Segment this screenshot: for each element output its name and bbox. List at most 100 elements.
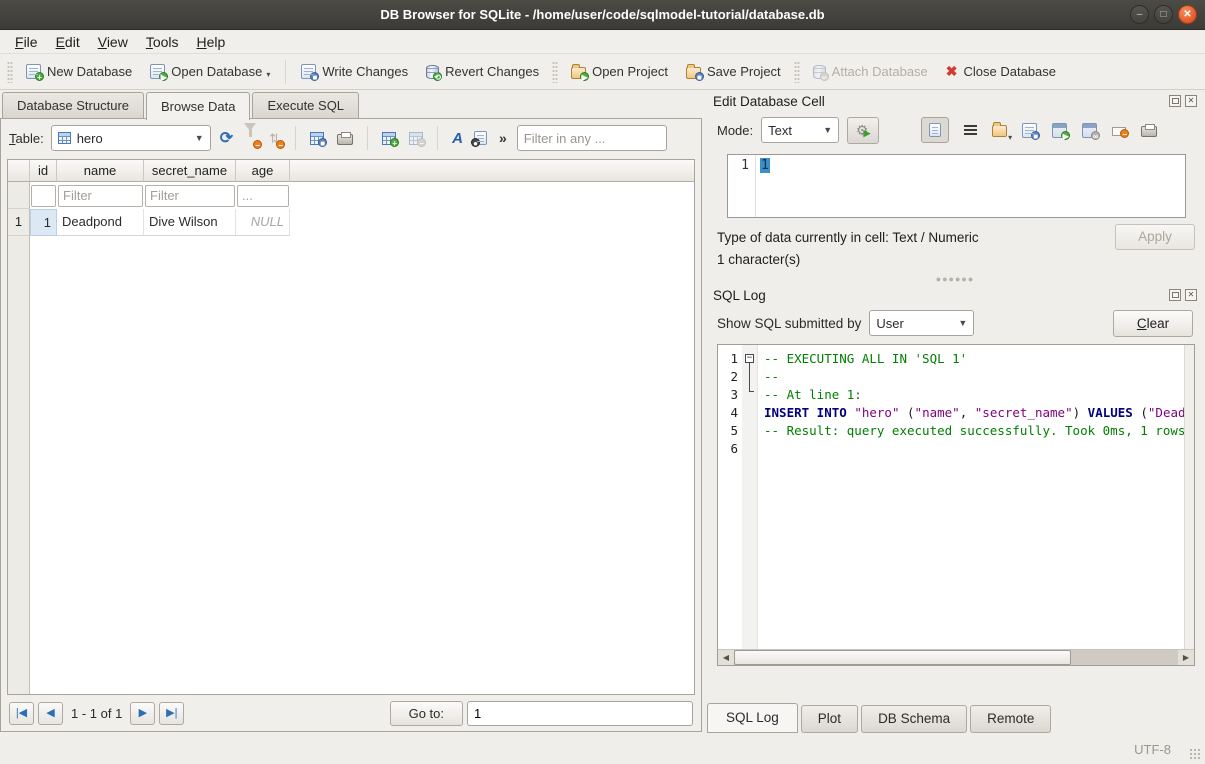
- display-format-icon: A: [452, 131, 463, 146]
- text-mode-toggle[interactable]: [921, 117, 949, 143]
- resize-grip-icon[interactable]: [1189, 748, 1202, 761]
- goto-button[interactable]: Go to:: [390, 701, 463, 726]
- clear-sorting-button[interactable]: ⇅−: [267, 129, 283, 148]
- filter-input-age[interactable]: [237, 185, 289, 207]
- edit-display-format-button[interactable]: A: [450, 129, 465, 148]
- close-panel-icon[interactable]: ✕: [1185, 95, 1197, 107]
- close-database-button[interactable]: ✖ Close Database: [938, 59, 1064, 84]
- tab-sql-log[interactable]: SQL Log: [707, 703, 798, 733]
- menu-edit[interactable]: Edit: [47, 31, 89, 53]
- row-header[interactable]: 1: [8, 209, 30, 236]
- clear-sorting-icon: ⇅−: [269, 131, 281, 146]
- fold-collapse-icon[interactable]: −: [745, 354, 754, 363]
- previous-record-button[interactable]: ◀: [38, 702, 63, 725]
- import-text-icon[interactable]: ▾: [992, 125, 1007, 137]
- apply-cell-icon[interactable]: ▶: [1052, 123, 1067, 138]
- open-database-button[interactable]: ▶ Open Database ▾: [142, 59, 278, 84]
- grid-corner[interactable]: [8, 160, 30, 182]
- main-content-pane: Database Structure Browse Data Execute S…: [0, 92, 704, 732]
- cell-secret-name[interactable]: Dive Wilson: [144, 209, 236, 236]
- cell-name[interactable]: Deadpond: [57, 209, 144, 236]
- tab-plot[interactable]: Plot: [801, 705, 858, 733]
- open-project-button[interactable]: ▶ Open Project: [563, 59, 676, 84]
- table-select[interactable]: hero ▼: [51, 125, 211, 151]
- close-panel-icon[interactable]: ✕: [1185, 289, 1197, 301]
- encoding-indicator[interactable]: UTF-8: [1134, 742, 1171, 757]
- log-line: [764, 440, 1194, 458]
- mode-select-value: Text: [768, 123, 792, 138]
- filter-input-name[interactable]: [58, 185, 143, 207]
- print-cell-icon[interactable]: [1141, 126, 1157, 137]
- minimize-icon[interactable]: –: [1130, 5, 1149, 24]
- revert-changes-button[interactable]: ⟲ Revert Changes: [418, 59, 547, 84]
- column-header-name[interactable]: name: [57, 160, 144, 182]
- goto-input[interactable]: [467, 701, 693, 726]
- last-record-button[interactable]: ▶|: [159, 702, 184, 725]
- save-table-button[interactable]: ■ ▾: [308, 130, 328, 147]
- column-header-age[interactable]: age: [236, 160, 290, 182]
- find-icon: ●: [474, 131, 487, 145]
- filter-input-id[interactable]: [31, 185, 56, 207]
- menu-help[interactable]: Help: [188, 31, 235, 53]
- cell-id[interactable]: 1: [30, 209, 57, 236]
- column-header-secret-name[interactable]: secret_name: [144, 160, 236, 182]
- toolbar-overflow-chevron[interactable]: »: [496, 130, 510, 146]
- insert-record-button[interactable]: + ▾: [380, 130, 400, 147]
- first-record-button[interactable]: |◀: [9, 702, 34, 725]
- set-null-icon[interactable]: −: [1112, 127, 1126, 136]
- scrollbar-thumb[interactable]: [734, 650, 1071, 665]
- first-record-icon: |◀: [16, 707, 27, 719]
- maximize-icon[interactable]: □: [1154, 5, 1173, 24]
- export-text-icon[interactable]: ■: [1022, 123, 1037, 138]
- new-database-button[interactable]: + New Database: [18, 59, 140, 84]
- filter-input-secret-name[interactable]: [145, 185, 235, 207]
- cell-editor[interactable]: 1 1: [727, 154, 1186, 218]
- close-database-label: Close Database: [964, 64, 1057, 79]
- auto-apply-button[interactable]: ⚙ ▶: [847, 117, 879, 144]
- open-url-icon[interactable]: ∞: [1082, 123, 1097, 138]
- show-sql-label: Show SQL submitted by: [717, 316, 861, 331]
- save-project-button[interactable]: ■ Save Project: [678, 59, 789, 84]
- clear-filters-button[interactable]: −: [242, 129, 260, 148]
- tab-remote[interactable]: Remote: [970, 705, 1051, 733]
- refresh-button[interactable]: ⟳: [218, 129, 235, 148]
- sql-log-view[interactable]: 1 2 3 4 5 6 − -- EXECUTING ALL IN 'SQL 1…: [717, 344, 1195, 666]
- clear-log-button[interactable]: Clear: [1113, 310, 1193, 337]
- cell-age[interactable]: NULL: [236, 209, 290, 236]
- column-header-id[interactable]: id: [30, 160, 57, 182]
- menu-view[interactable]: View: [89, 31, 137, 53]
- float-panel-icon[interactable]: [1169, 95, 1181, 107]
- menu-file[interactable]: File: [6, 31, 47, 53]
- scroll-left-icon[interactable]: ◀: [718, 653, 734, 662]
- tab-execute-sql[interactable]: Execute SQL: [252, 92, 359, 119]
- open-database-dropdown-icon[interactable]: ▾: [266, 70, 270, 79]
- word-wrap-icon[interactable]: [964, 125, 977, 136]
- save-project-label: Save Project: [707, 64, 781, 79]
- next-record-button[interactable]: ▶: [130, 702, 155, 725]
- revert-changes-icon: ⟲: [426, 65, 439, 79]
- horizontal-scrollbar[interactable]: ◀ ▶: [718, 649, 1194, 665]
- mode-select[interactable]: Text ▼: [761, 117, 839, 143]
- write-changes-button[interactable]: ■ Write Changes: [293, 59, 416, 84]
- scroll-right-icon[interactable]: ▶: [1178, 653, 1194, 662]
- main-toolbar: + New Database ▶ Open Database ▾ ■ Write…: [0, 54, 1205, 90]
- sql-log-title: SQL Log: [713, 288, 766, 303]
- sql-source-select[interactable]: User ▼: [869, 310, 974, 336]
- vertical-scrollbar[interactable]: [1184, 345, 1194, 649]
- dock-splitter-handle[interactable]: ●●●●●●: [705, 274, 1205, 284]
- float-panel-icon[interactable]: [1169, 289, 1181, 301]
- print-table-button[interactable]: [335, 130, 355, 147]
- filter-any-column-input[interactable]: [517, 125, 667, 151]
- tab-browse-data[interactable]: Browse Data: [146, 92, 250, 120]
- gear-arrow-icon: ▶: [863, 128, 870, 139]
- edit-cell-toolbar: Mode: Text ▼ ⚙ ▶ ▾ ■ ▶ ∞ −: [705, 112, 1205, 148]
- close-icon[interactable]: ✕: [1178, 5, 1197, 24]
- menu-tools[interactable]: Tools: [137, 31, 188, 53]
- find-in-table-button[interactable]: ●: [472, 129, 489, 147]
- tab-db-schema[interactable]: DB Schema: [861, 705, 967, 733]
- table-icon: [58, 132, 71, 144]
- attach-database-button: ∞ Attach Database: [805, 59, 936, 84]
- cell-info: Type of data currently in cell: Text / N…: [705, 218, 1205, 267]
- text-document-icon: [929, 123, 941, 137]
- tab-database-structure[interactable]: Database Structure: [2, 92, 144, 119]
